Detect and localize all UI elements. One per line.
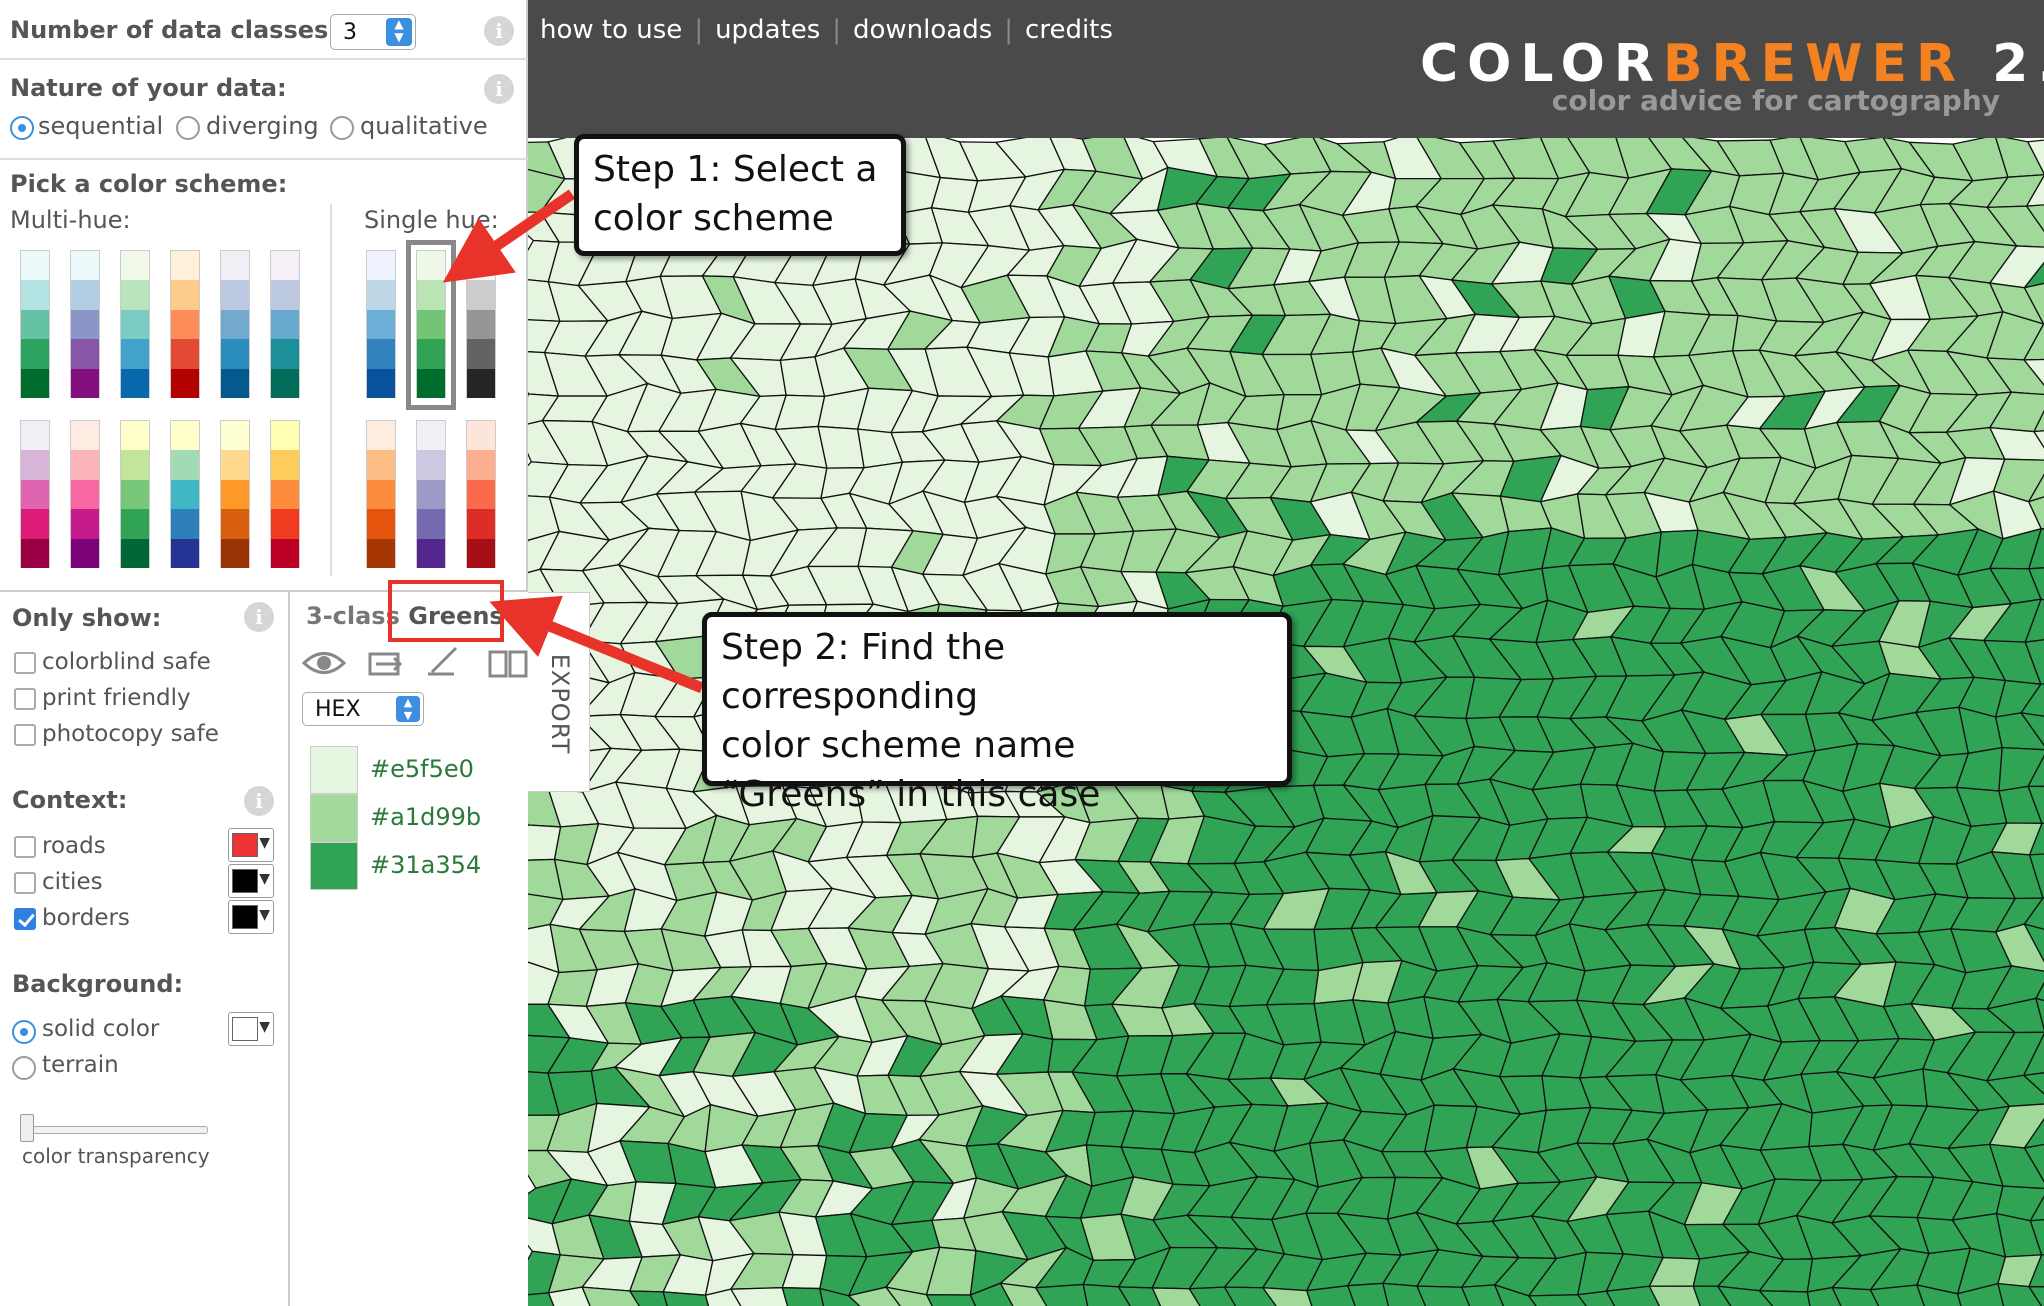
step1-line: color scheme — [593, 198, 834, 239]
step2-arrow — [489, 595, 705, 694]
step1-arrow — [442, 189, 576, 283]
step2-line: color scheme name — [721, 725, 1076, 766]
colorbrewer-app: how to use | updates | downloads | credi… — [0, 0, 2044, 1306]
step1-callout: Step 1: Select a color scheme — [574, 134, 906, 256]
step2-line: “Greens” in this case — [721, 774, 1101, 815]
step2-line: Step 2: Find the corresponding — [721, 627, 1006, 717]
step1-line: Step 1: Select a — [593, 149, 878, 190]
step2-callout: Step 2: Find the corresponding color sch… — [702, 612, 1292, 815]
